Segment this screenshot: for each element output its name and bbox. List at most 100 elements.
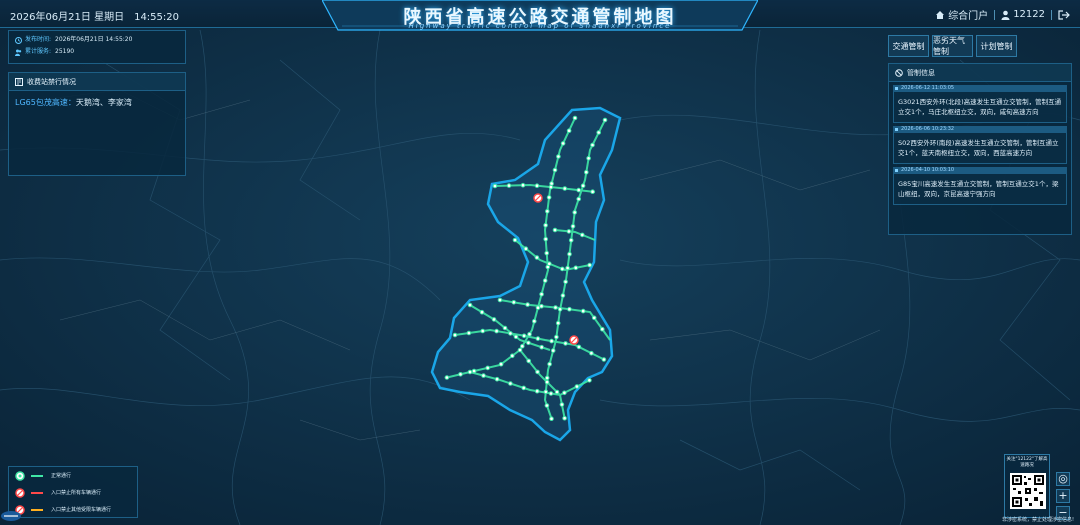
interchange-node[interactable] <box>502 325 508 331</box>
interchange-node[interactable] <box>517 347 523 353</box>
list-item[interactable]: 2026-06-12 11:03:05 G3021西安外环(北段)高速发生互通立… <box>893 85 1067 123</box>
interchange-node[interactable] <box>539 291 544 297</box>
interchange-node[interactable] <box>562 186 568 191</box>
interchange-node[interactable] <box>508 381 513 386</box>
interchange-node[interactable] <box>494 376 500 382</box>
interchange-node[interactable] <box>535 336 541 341</box>
interchange-node[interactable] <box>467 302 473 308</box>
interchange-node[interactable] <box>552 167 558 173</box>
interchange-node[interactable] <box>534 388 540 394</box>
interchange-node[interactable] <box>481 373 486 378</box>
interchange-node[interactable] <box>573 265 579 271</box>
interchange-node[interactable] <box>576 187 582 193</box>
interchange-node[interactable] <box>566 229 572 234</box>
interchange-node[interactable] <box>554 334 559 340</box>
interchange-node[interactable] <box>525 302 530 307</box>
interchange-node[interactable] <box>543 389 549 395</box>
interchange-node[interactable] <box>572 115 578 121</box>
interchange-node[interactable] <box>526 340 531 346</box>
interchange-node[interactable] <box>567 251 572 257</box>
interchange-node[interactable] <box>508 331 513 336</box>
interchange-node[interactable] <box>539 303 544 309</box>
interchange-node[interactable] <box>567 306 572 312</box>
interchange-node[interactable] <box>602 117 608 123</box>
interchange-node[interactable] <box>563 341 568 346</box>
weather-control-button[interactable]: 恶劣天气管制 <box>932 35 973 57</box>
interchange-node[interactable] <box>576 196 582 202</box>
interchange-node[interactable] <box>532 318 537 324</box>
interchange-node[interactable] <box>498 361 504 367</box>
interchange-node[interactable] <box>480 328 486 334</box>
interchange-node[interactable] <box>521 385 527 391</box>
interchange-node[interactable] <box>555 320 561 326</box>
interchange-node[interactable] <box>600 326 605 332</box>
list-item[interactable]: 2026-06-06 10:23:32 S02西安外环(南段)高速发生互通立交管… <box>893 126 1067 164</box>
interchange-node[interactable] <box>574 384 580 389</box>
interchange-node[interactable] <box>584 169 589 175</box>
interchange-node[interactable] <box>513 334 519 340</box>
interchange-node[interactable] <box>471 368 477 374</box>
interchange-node[interactable] <box>566 128 572 133</box>
interchange-node[interactable] <box>466 330 472 336</box>
interchange-node[interactable] <box>548 184 554 190</box>
interchange-node[interactable] <box>590 189 595 194</box>
interchange-node[interactable] <box>550 348 556 353</box>
interchange-node[interactable] <box>543 222 548 228</box>
interchange-node[interactable] <box>560 266 565 272</box>
interchange-node[interactable] <box>539 344 545 350</box>
list-item[interactable]: LG65包茂高速：天鹅湾、李家湾 <box>9 91 185 114</box>
interchange-node[interactable] <box>580 232 585 238</box>
interchange-node[interactable] <box>520 343 525 349</box>
interchange-node[interactable] <box>586 156 591 161</box>
interchange-node[interactable] <box>559 402 565 407</box>
logout-icon[interactable] <box>1058 9 1070 20</box>
interchange-node[interactable] <box>548 391 554 396</box>
interchange-node[interactable] <box>479 309 485 315</box>
interchange-node[interactable] <box>534 255 540 260</box>
interchange-node[interactable] <box>458 372 463 377</box>
interchange-node[interactable] <box>587 262 592 268</box>
interchange-node[interactable] <box>512 237 518 243</box>
interchange-node[interactable] <box>544 403 550 408</box>
interchange-node[interactable] <box>557 307 563 312</box>
interchange-node[interactable] <box>523 246 529 251</box>
interchange-node[interactable] <box>549 416 554 422</box>
interchange-node[interactable] <box>576 344 582 350</box>
traffic-control-button[interactable]: 交通管制 <box>888 35 929 57</box>
interchange-node[interactable] <box>544 379 550 385</box>
interchange-node[interactable] <box>535 369 540 375</box>
interchange-node[interactable] <box>520 182 526 188</box>
interchange-node[interactable] <box>544 250 550 256</box>
interchange-node[interactable] <box>590 142 595 148</box>
interchange-node[interactable] <box>562 415 567 421</box>
interchange-node[interactable] <box>491 317 497 322</box>
interchange-node[interactable] <box>587 378 592 383</box>
zoom-in-button[interactable]: + <box>1056 489 1070 503</box>
interchange-node[interactable] <box>544 375 550 381</box>
interchange-node[interactable] <box>494 328 499 334</box>
interchange-node[interactable] <box>565 265 570 271</box>
interchange-node[interactable] <box>547 361 552 367</box>
interchange-node[interactable] <box>547 261 552 267</box>
interchange-node[interactable] <box>543 236 549 242</box>
interchange-node[interactable] <box>560 293 566 298</box>
closure-marker[interactable] <box>569 335 579 345</box>
interchange-node[interactable] <box>568 237 574 243</box>
interchange-node[interactable] <box>563 279 568 285</box>
interchange-node[interactable] <box>542 278 548 283</box>
interchange-node[interactable] <box>545 209 550 214</box>
interchange-node[interactable] <box>549 181 554 186</box>
interchange-node[interactable] <box>485 365 491 371</box>
interchange-node[interactable] <box>601 357 607 362</box>
interchange-node[interactable] <box>549 338 554 344</box>
interchange-node[interactable] <box>534 183 540 188</box>
interchange-node[interactable] <box>596 130 602 135</box>
interchange-node[interactable] <box>521 333 527 339</box>
list-item[interactable]: 2026-04-10 10:03:10 G85宝川高速发生互通立交管制，管制互通… <box>893 167 1067 205</box>
interchange-node[interactable] <box>553 305 558 310</box>
interchange-node[interactable] <box>562 390 567 396</box>
interchange-node[interactable] <box>580 183 586 188</box>
interchange-node[interactable] <box>570 224 576 229</box>
interchange-node[interactable] <box>467 369 473 375</box>
interchange-node[interactable] <box>492 183 498 189</box>
